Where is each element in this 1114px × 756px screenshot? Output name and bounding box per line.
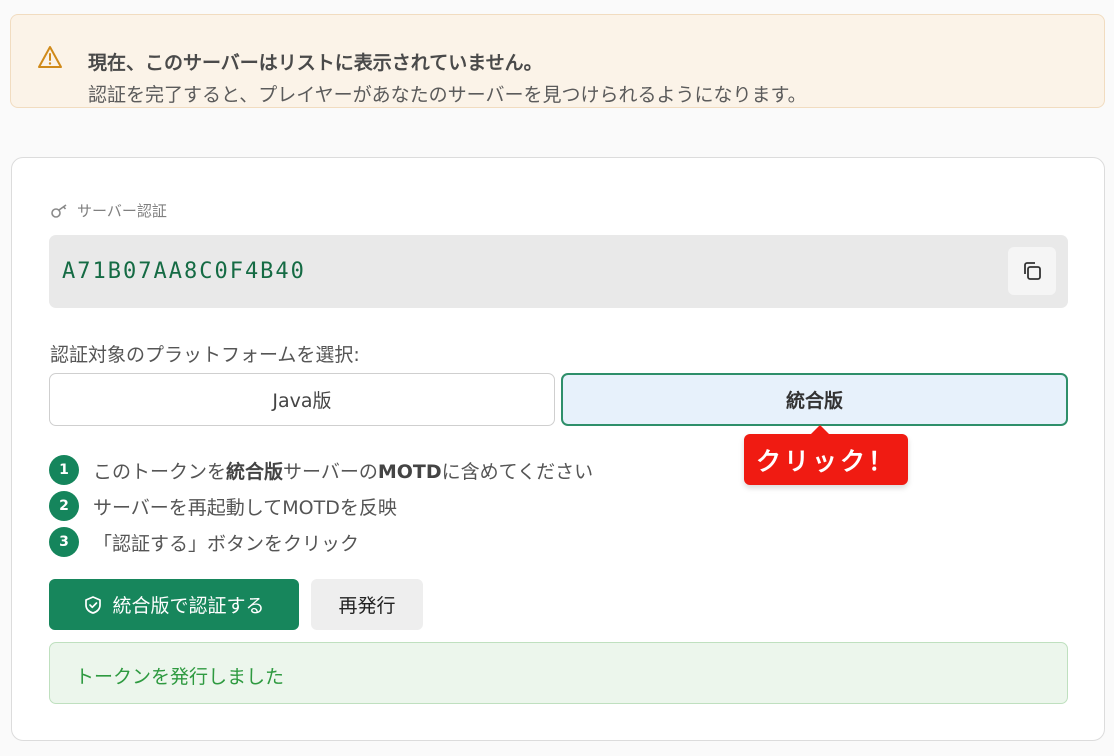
server-verification-label-text: サーバー認証 bbox=[77, 202, 167, 220]
step-text: サーバーを再起動してMOTDを反映 bbox=[93, 496, 397, 519]
verify-bedrock-button[interactable]: 統合版で認証する bbox=[49, 579, 299, 630]
step-item: 2 サーバーを再起動してMOTDを反映 bbox=[49, 488, 593, 524]
click-callout: クリック！ bbox=[744, 425, 908, 485]
step-text: 「認証する」ボタンをクリック bbox=[93, 532, 360, 555]
success-message: トークンを発行しました bbox=[75, 666, 285, 688]
platform-bedrock-button[interactable]: 統合版 bbox=[561, 373, 1068, 426]
shield-check-icon bbox=[85, 595, 102, 614]
step-item: 3 「認証する」ボタンをクリック bbox=[49, 524, 593, 560]
step-number: 1 bbox=[49, 455, 79, 485]
warning-title: 現在、このサーバーはリストに表示されていません。 bbox=[88, 52, 543, 74]
instruction-steps: 1 このトークンを統合版サーバーのMOTDに含めてください 2 サーバーを再起動… bbox=[49, 452, 593, 560]
step-item: 1 このトークンを統合版サーバーのMOTDに含めてください bbox=[49, 452, 593, 488]
reissue-button[interactable]: 再発行 bbox=[311, 579, 423, 630]
verify-button-label: 統合版で認証する bbox=[112, 595, 265, 617]
step-text: このトークンを統合版サーバーのMOTDに含めてください bbox=[93, 460, 594, 483]
server-verification-label: サーバー認証 bbox=[50, 200, 167, 221]
platform-java-button[interactable]: Java版 bbox=[49, 373, 555, 426]
page: 現在、このサーバーはリストに表示されていません。 認証を完了すると、プレイヤーが… bbox=[0, 0, 1114, 756]
warning-banner: 現在、このサーバーはリストに表示されていません。 認証を完了すると、プレイヤーが… bbox=[10, 14, 1105, 108]
verification-card: サーバー認証 A71B07AA8C0F4B40 認証対象のプラットフォームを選択… bbox=[11, 157, 1105, 741]
copy-token-button[interactable] bbox=[1008, 247, 1056, 295]
verification-token[interactable]: A71B07AA8C0F4B40 bbox=[62, 259, 306, 284]
success-message-box: トークンを発行しました bbox=[49, 642, 1068, 704]
step-number: 2 bbox=[49, 491, 79, 521]
warning-icon bbox=[38, 46, 62, 68]
key-icon bbox=[51, 203, 67, 218]
step-number: 3 bbox=[49, 527, 79, 557]
platform-select-label: 認証対象のプラットフォームを選択: bbox=[50, 344, 360, 366]
copy-icon bbox=[1024, 262, 1041, 280]
token-box: A71B07AA8C0F4B40 bbox=[49, 235, 1068, 308]
warning-body: 認証を完了すると、プレイヤーがあなたのサーバーを見つけられるようになります。 bbox=[88, 84, 807, 106]
